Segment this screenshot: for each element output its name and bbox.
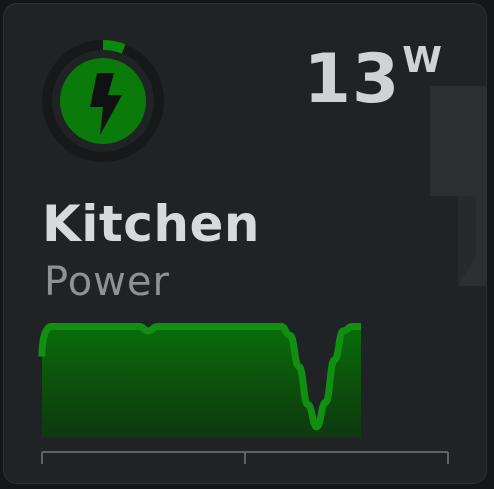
side-gauge-shape <box>430 86 486 286</box>
sensor-value: 13W <box>303 40 442 119</box>
graph-x-axis <box>41 451 449 464</box>
power-sensor-card[interactable]: 13W Kitchen Power <box>3 3 487 484</box>
lightning-bolt-icon[interactable] <box>42 40 164 162</box>
power-value: 13 <box>303 40 401 119</box>
entity-type-label: Power <box>44 259 170 305</box>
entity-name: Kitchen <box>42 195 261 253</box>
icon-progress-ring <box>42 40 164 162</box>
power-unit: W <box>402 40 442 81</box>
power-history-graph[interactable] <box>4 304 487 474</box>
